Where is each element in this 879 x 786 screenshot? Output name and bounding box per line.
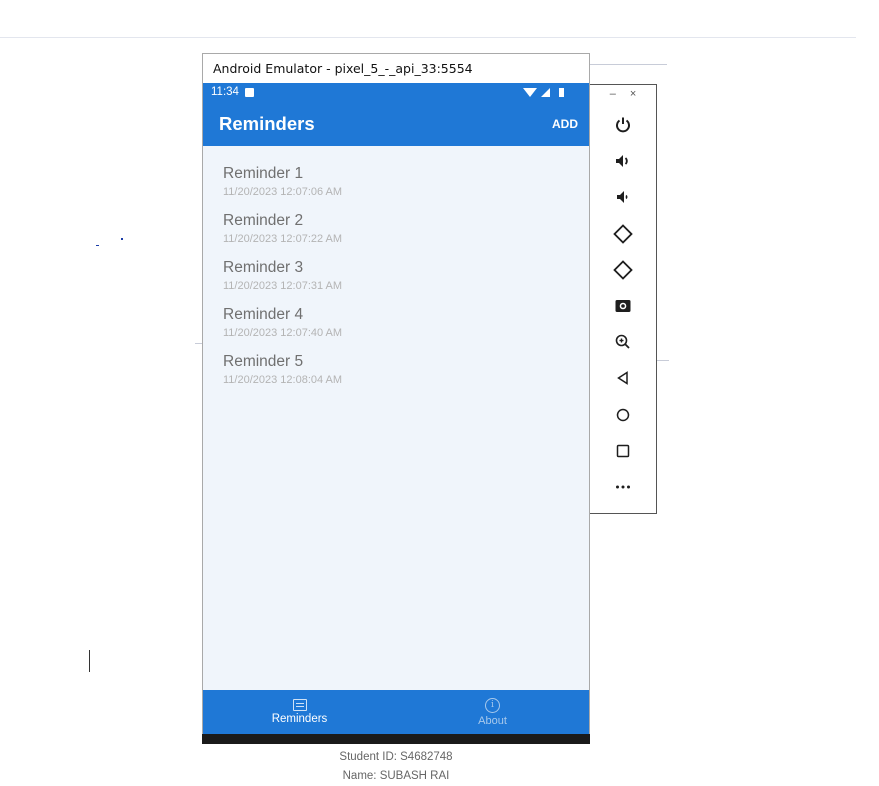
tab-about[interactable]: i About (396, 690, 589, 734)
wifi-icon (523, 87, 537, 97)
window-controls: – × (590, 85, 656, 107)
reminder-date: 11/20/2023 12:08:04 AM (223, 374, 343, 386)
list-icon (292, 699, 307, 711)
more-button[interactable] (590, 469, 656, 505)
screenshot-button[interactable] (590, 288, 656, 324)
app-bar: Reminders ADD (203, 101, 589, 146)
content-area: Reminder 1 11/20/2023 12:07:06 AM Remind… (203, 146, 589, 782)
background-divider-right-1 (590, 64, 667, 65)
student-id: Student ID: S4682748 (339, 751, 453, 763)
status-left: 11:34 (211, 86, 254, 98)
reminder-title: Reminder 5 (223, 353, 304, 370)
reminder-title: Reminder 3 (223, 259, 304, 276)
tab-reminders-label: Reminders (271, 713, 328, 725)
zoom-button[interactable] (590, 324, 656, 360)
zoom-icon (615, 334, 630, 349)
status-bar: 11:34 (203, 83, 589, 101)
list-item[interactable]: Reminder 3 11/20/2023 12:07:31 AM (223, 256, 589, 303)
home-button[interactable] (590, 397, 656, 433)
camera-icon (615, 300, 631, 313)
student-info: Student ID: S4682748 Name: SUBASH RAI (203, 748, 589, 786)
overview-button[interactable] (590, 433, 656, 469)
home-icon (616, 408, 630, 421)
reminder-date: 11/20/2023 12:07:22 AM (223, 233, 343, 245)
close-button[interactable]: × (630, 88, 636, 107)
back-icon (617, 371, 628, 386)
tab-reminders[interactable]: Reminders (203, 690, 396, 734)
reminder-date: 11/20/2023 12:07:06 AM (223, 186, 343, 198)
back-button[interactable] (590, 360, 656, 396)
list-item[interactable]: Reminder 4 11/20/2023 12:07:40 AM (223, 303, 589, 350)
status-time: 11:34 (211, 86, 239, 98)
emulator-title: Android Emulator - pixel_5_-_api_33:5554 (213, 61, 473, 76)
list-item[interactable]: Reminder 2 11/20/2023 12:07:22 AM (223, 209, 589, 256)
background-mark (96, 245, 99, 246)
info-icon: i (485, 697, 500, 713)
tab-about-label: About (478, 714, 507, 727)
rotate-right-button[interactable] (590, 252, 656, 288)
background-divider-right-2 (657, 360, 669, 361)
text-caret (89, 650, 90, 672)
page-title: Reminders (219, 112, 315, 134)
overview-icon (616, 444, 630, 458)
volume-down-button[interactable] (590, 179, 656, 215)
minimize-button[interactable]: – (610, 88, 616, 107)
rotate-left-button[interactable] (590, 216, 656, 252)
reminder-list: Reminder 1 11/20/2023 12:07:06 AM Remind… (203, 146, 589, 397)
student-name: Name: SUBASH RAI (342, 770, 450, 782)
reminder-title: Reminder 1 (223, 165, 304, 182)
rotate-right-icon (613, 260, 633, 280)
volume-up-icon (616, 155, 628, 168)
background-mark (121, 238, 123, 240)
emulator-controls: – × (590, 84, 657, 514)
emulator-window: Android Emulator - pixel_5_-_api_33:5554… (202, 53, 590, 782)
power-button[interactable] (590, 107, 656, 143)
battery-icon (559, 87, 564, 97)
signal-icon (541, 87, 550, 97)
power-icon (616, 117, 630, 133)
reminder-title: Reminder 2 (223, 212, 304, 229)
reminder-date: 11/20/2023 12:07:31 AM (223, 280, 343, 292)
system-navigation-bar (202, 734, 590, 744)
more-icon (616, 485, 630, 489)
reminder-date: 11/20/2023 12:07:40 AM (223, 327, 343, 339)
status-right (523, 87, 564, 97)
bottom-navigation: Reminders i About (203, 690, 589, 734)
volume-up-button[interactable] (590, 143, 656, 179)
reminder-title: Reminder 4 (223, 306, 304, 323)
rotate-left-icon (613, 223, 633, 244)
background-divider-top (0, 37, 856, 38)
list-item[interactable]: Reminder 1 11/20/2023 12:07:06 AM (223, 162, 589, 209)
add-button[interactable]: ADD (552, 117, 578, 131)
list-item[interactable]: Reminder 5 11/20/2023 12:08:04 AM (223, 350, 589, 397)
sim-card-icon (244, 87, 254, 97)
volume-down-icon (617, 191, 628, 204)
